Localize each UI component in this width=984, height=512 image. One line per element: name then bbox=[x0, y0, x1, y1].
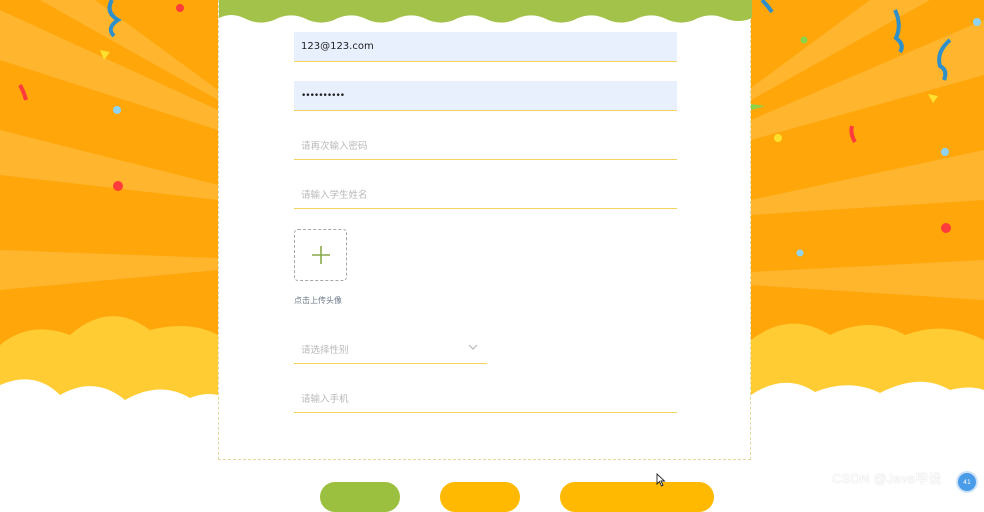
confirm-password-placeholder: 请再次输入密码 bbox=[301, 140, 368, 152]
avatar-upload-label: 点击上传头像 bbox=[294, 296, 342, 305]
gender-select-placeholder: 请选择性别 bbox=[301, 344, 349, 356]
plus-icon bbox=[311, 246, 330, 264]
floating-badge[interactable]: 41 bbox=[956, 471, 978, 493]
avatar-upload-button[interactable] bbox=[294, 229, 347, 281]
phone-placeholder: 请输入手机 bbox=[301, 393, 349, 405]
phone-input[interactable]: 请输入手机 bbox=[294, 383, 677, 413]
chevron-down-icon bbox=[468, 344, 478, 350]
back-to-login-button[interactable] bbox=[560, 482, 714, 512]
confirm-password-input[interactable]: 请再次输入密码 bbox=[294, 130, 677, 160]
gender-select[interactable]: 请选择性别 bbox=[294, 334, 487, 364]
password-input[interactable]: •••••••••• bbox=[294, 81, 677, 111]
email-input[interactable]: 123@123.com bbox=[294, 32, 677, 62]
mouse-cursor-icon bbox=[656, 473, 666, 487]
reset-button[interactable] bbox=[440, 482, 520, 512]
student-name-placeholder: 请输入学生姓名 bbox=[301, 189, 368, 201]
card-top-banner bbox=[219, 0, 752, 23]
register-button[interactable] bbox=[320, 482, 400, 512]
register-form-card: 123@123.com •••••••••• 请再次输入密码 请输入学生姓名 点… bbox=[218, 0, 752, 460]
csdn-watermark: CSDN @Java毕设 bbox=[832, 471, 942, 486]
password-input-value: •••••••••• bbox=[301, 90, 345, 101]
email-input-value: 123@123.com bbox=[301, 41, 374, 52]
student-name-input[interactable]: 请输入学生姓名 bbox=[294, 179, 677, 209]
